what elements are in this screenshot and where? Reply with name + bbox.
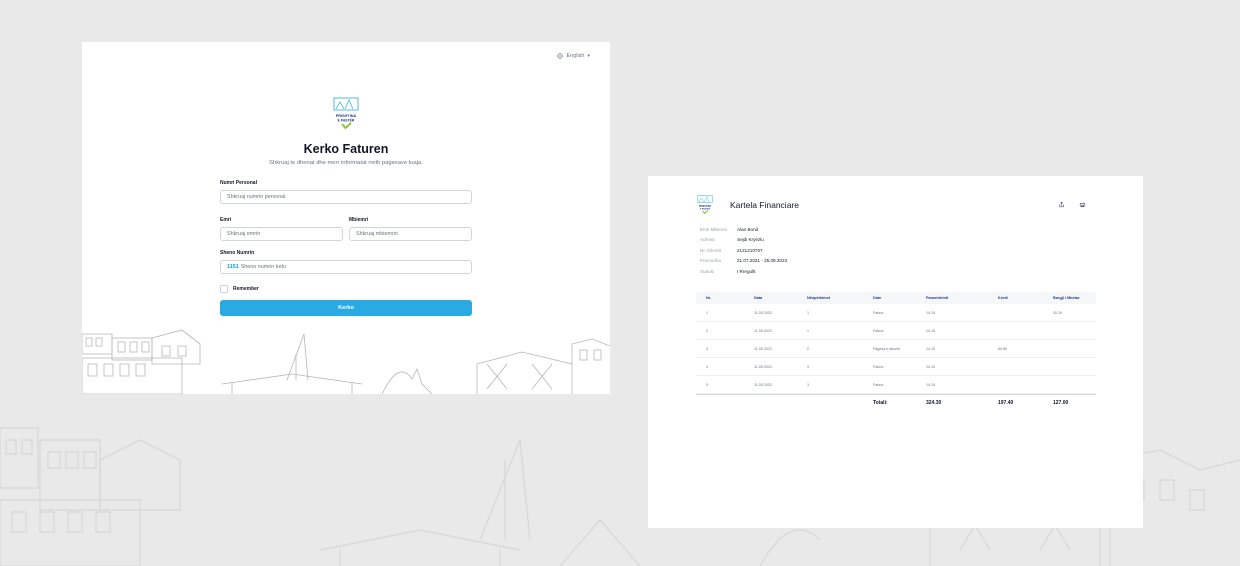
- cell: Fatura: [873, 364, 884, 369]
- cell: 14.15: [926, 364, 935, 369]
- info-key: Adresa: [700, 237, 715, 243]
- column-header: Borgji i Mbetur: [1053, 296, 1080, 300]
- cell: 14.15: [926, 328, 935, 333]
- invoice-search-card: English ▾ PRISHTINA E PASTËR Kerko Fatur…: [82, 42, 610, 394]
- cell: Fatura: [873, 382, 884, 387]
- table-row: 2 11.05.2023 1 Fatura 14.15: [696, 322, 1096, 340]
- cell: 3: [807, 382, 809, 387]
- number-prefix: 1151: [227, 264, 239, 270]
- cell: Fatura: [873, 328, 884, 333]
- cell: 14.15: [926, 310, 935, 315]
- last-name-label: Mbiemri: [349, 217, 369, 223]
- info-key: Emri Mbiemri: [700, 226, 728, 232]
- info-row: Statusi I Rregullt: [700, 266, 787, 277]
- logo-text-line-1: PRISHTINA: [699, 205, 712, 208]
- column-header: Kredi: [998, 296, 1008, 300]
- search-button[interactable]: Kerko: [220, 300, 472, 316]
- cell: 3: [706, 346, 708, 351]
- info-row: Emri Mbiemri Alan Bond: [700, 224, 787, 235]
- table-row: 4 11.05.2023 3 Fatura 14.15: [696, 358, 1096, 376]
- share-button[interactable]: [1056, 199, 1066, 209]
- page-title: Kerko Faturen: [303, 142, 389, 156]
- cell: 11.05.2023: [754, 346, 772, 351]
- prishtina-e-paster-logo: PRISHTINA E PASTËR: [333, 97, 359, 130]
- column-header: Nënpërkimet: [807, 296, 831, 300]
- cell: 2: [807, 346, 809, 351]
- chevron-down-icon: ▾: [587, 53, 590, 59]
- table-header: Nr. Data Nënpërkimet Date Parashtrimit K…: [696, 292, 1096, 304]
- total-value: 127.00: [1053, 400, 1069, 406]
- cell: 5: [706, 382, 708, 387]
- cell: 1: [807, 310, 809, 315]
- customer-info: Emri Mbiemri Alan Bond Adresa Sejdi Kryezl…: [700, 224, 787, 277]
- total-value: 197.40: [998, 400, 1014, 406]
- share-icon: [1058, 201, 1064, 207]
- logo-text-line-2: E PASTËR: [338, 119, 355, 123]
- cell: 11.05.2023: [754, 382, 772, 387]
- first-name-placeholder: Shkruaj emrin: [227, 231, 261, 237]
- cell: 69.80: [998, 346, 1007, 351]
- cell: 30.39: [1053, 310, 1062, 315]
- info-row: Perioudha 21.07.2021 - 25.09.2023: [700, 256, 787, 267]
- personal-number-input[interactable]: Shkruaj numrin personal: [220, 190, 472, 204]
- cell: 3: [807, 364, 809, 369]
- personal-number-label: Numri Personal: [220, 180, 257, 186]
- total-label: Totali:: [873, 400, 888, 406]
- info-key: Statusi: [700, 268, 715, 274]
- last-name-input[interactable]: Shkruaj mbiemrin: [349, 227, 472, 241]
- financial-statement-card: PRISHTINA E PASTËR Kartela Financiare Em…: [648, 176, 1143, 528]
- personal-number-placeholder: Shkruaj numrin personal: [227, 194, 286, 200]
- info-row: Adresa Sejdi Kryezlu: [700, 235, 787, 246]
- remember-checkbox-row[interactable]: Remember: [220, 285, 259, 293]
- table-row: 1 11.05.2023 1 Fatura 14.15 30.39: [696, 304, 1096, 322]
- last-name-placeholder: Shkruaj mbiemrin: [356, 231, 398, 237]
- number-placeholder: Sheno numrin ketu: [240, 264, 286, 270]
- column-header: Parashtrimit: [926, 296, 949, 300]
- info-value: 21.07.2021 - 25.09.2023: [737, 258, 788, 264]
- info-key: Perioudha: [700, 258, 721, 264]
- cell: 11.05.2023: [754, 310, 772, 315]
- cell: Fatura: [873, 310, 884, 315]
- logo-text-line-1: PRISHTINA: [336, 114, 357, 118]
- cell: 14.15: [926, 346, 935, 351]
- remember-label: Remember: [233, 286, 259, 292]
- globe-icon: [557, 53, 564, 59]
- cell: 14.15: [926, 382, 935, 387]
- cell: Pagesa e faturës: [873, 346, 901, 351]
- print-button[interactable]: [1077, 199, 1087, 209]
- cell: 4: [706, 364, 708, 369]
- info-key: Nr. Klientit: [700, 247, 721, 253]
- info-value: 2121210707: [737, 247, 763, 253]
- cell: 1: [706, 310, 708, 315]
- language-label: English: [566, 53, 585, 59]
- language-selector[interactable]: English ▾: [557, 53, 590, 59]
- prishtina-e-paster-logo: PRISHTINA E PASTËR: [697, 195, 713, 215]
- column-header: Nr.: [706, 296, 712, 300]
- cell: 1: [807, 328, 809, 333]
- table-row: 3 11.05.2023 2 Pagesa e faturës 14.15 69.80: [696, 340, 1096, 358]
- info-row: Nr. Klientit 2121210707: [700, 245, 787, 256]
- logo-text-line-2: E PASTËR: [700, 208, 711, 211]
- table-totals-row: Totali: 324.30 197.40 127.00: [696, 394, 1096, 411]
- column-header: Data: [754, 296, 763, 300]
- statement-title: Kartela Financiare: [730, 200, 799, 210]
- first-name-label: Emri: [220, 217, 232, 223]
- cell: 11.05.2023: [754, 364, 772, 369]
- cell: 2: [706, 328, 708, 333]
- info-value: Alan Bond: [737, 226, 759, 232]
- print-icon: [1079, 202, 1085, 207]
- card-skyline-illustration: [82, 329, 610, 394]
- first-name-input[interactable]: Shkruaj emrin: [220, 227, 343, 241]
- cell: 11.05.2023: [754, 328, 772, 333]
- remember-checkbox[interactable]: [220, 285, 228, 293]
- info-value: I Rregullt: [737, 268, 756, 274]
- column-header: Date: [873, 296, 882, 300]
- transactions-table: Nr. Data Nënpërkimet Date Parashtrimit K…: [696, 292, 1096, 411]
- table-row: 5 11.05.2023 3 Fatura 14.15: [696, 376, 1096, 394]
- total-value: 324.30: [926, 400, 942, 406]
- info-value: Sejdi Kryezlu: [737, 237, 764, 243]
- page-subtitle: Shkruaj te dhenat dhe merr informatat rr…: [269, 160, 423, 166]
- number-input[interactable]: 1151 Sheno numrin ketu: [220, 260, 472, 274]
- number-label: Sheno Numrin: [220, 250, 255, 256]
